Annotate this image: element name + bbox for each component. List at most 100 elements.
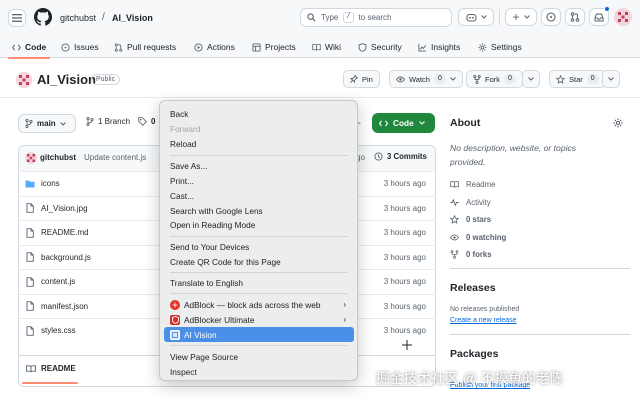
branch-selector[interactable]: main — [18, 114, 76, 133]
chevron-down-icon — [480, 15, 487, 19]
pull-requests-button[interactable] — [565, 8, 585, 26]
breadcrumb-owner[interactable]: gitchubst — [60, 13, 96, 23]
search-input[interactable]: Type / to search — [300, 8, 452, 27]
github-logo-icon[interactable] — [34, 8, 52, 26]
adblocker-ultimate-icon — [170, 314, 180, 325]
breadcrumb-repo[interactable]: AI_Vision — [112, 13, 153, 23]
issue-icon — [61, 42, 70, 52]
file-time: 3 hours ago — [383, 203, 426, 213]
crosshair-cursor-icon — [402, 340, 412, 350]
commit-author[interactable]: gitchubst — [40, 153, 76, 162]
issues-button[interactable] — [541, 8, 561, 26]
tab-projects[interactable]: Projects — [252, 36, 296, 58]
menu-item-reload[interactable]: Reload — [164, 136, 354, 151]
tab-label: Pull requests — [127, 42, 177, 52]
tab-settings[interactable]: Settings — [478, 36, 522, 58]
commit-message[interactable]: Update content.js — [84, 153, 146, 162]
shield-icon — [358, 42, 367, 52]
star-icon — [450, 215, 459, 224]
about-heading: About — [450, 117, 481, 129]
menu-separator — [170, 293, 348, 294]
watch-button[interactable]: Watch 0 — [389, 70, 463, 88]
notification-dot — [604, 6, 610, 12]
menu-item-inspect[interactable]: Inspect — [164, 364, 354, 379]
menu-item-print[interactable]: Print... — [164, 173, 354, 188]
file-name[interactable]: content.js — [41, 277, 75, 286]
create-release-link[interactable]: Create a new release — [450, 317, 517, 324]
tab-security[interactable]: Security — [358, 36, 402, 58]
file-name[interactable]: icons — [41, 179, 60, 188]
tab-actions[interactable]: Actions — [194, 36, 235, 58]
file-name[interactable]: README.md — [41, 228, 89, 237]
tab-insights[interactable]: Insights — [418, 36, 460, 58]
menu-button[interactable] — [8, 9, 26, 27]
branches-link[interactable]: 1 Branch — [86, 117, 130, 126]
tab-issues[interactable]: Issues — [61, 36, 99, 58]
file-time: 3 hours ago — [383, 326, 426, 336]
menu-item-google-lens[interactable]: Search with Google Lens — [164, 203, 354, 218]
chevron-down-icon — [450, 77, 456, 81]
menu-item-back[interactable]: Back — [164, 106, 354, 121]
menu-item-cast[interactable]: Cast... — [164, 188, 354, 203]
file-icon — [26, 203, 34, 213]
book-icon — [312, 43, 321, 51]
ai-vision-icon — [170, 329, 180, 340]
about-settings-button[interactable] — [613, 118, 623, 128]
menu-item-view-source[interactable]: View Page Source — [164, 349, 354, 364]
chevron-down-icon — [523, 15, 530, 19]
file-name[interactable]: manifest.json — [41, 302, 88, 311]
star-button[interactable]: Star 0 — [549, 70, 606, 88]
pin-button[interactable]: Pin — [343, 70, 380, 88]
menu-item-qr-code[interactable]: Create QR Code for this Page — [164, 254, 354, 269]
fork-button[interactable]: Fork 0 — [466, 70, 523, 88]
about-item-0-stars[interactable]: 0 stars — [450, 215, 491, 224]
readme-tab[interactable]: README — [26, 364, 76, 373]
commits-link[interactable]: 3 Commits — [374, 152, 427, 161]
code-button-label: Code — [393, 118, 414, 128]
create-new-button[interactable]: + — [505, 8, 537, 26]
play-icon — [194, 42, 203, 52]
author-avatar — [25, 152, 37, 164]
search-prefix: Type — [321, 13, 339, 22]
menu-item-reading-mode[interactable]: Open in Reading Mode — [164, 217, 354, 232]
file-icon — [26, 228, 34, 238]
menu-item-adblocker-ultimate[interactable]: AdBlocker Ultimate › — [164, 312, 354, 327]
tab-label: Settings — [491, 42, 522, 52]
about-item-activity[interactable]: Activity — [450, 198, 491, 207]
tags-link[interactable]: 0 — [138, 117, 155, 126]
search-suffix: to search — [358, 13, 392, 22]
star-dropdown[interactable] — [602, 70, 620, 88]
about-item-0-watching[interactable]: 0 watching — [450, 233, 506, 242]
releases-heading[interactable]: Releases — [450, 282, 496, 294]
tab-code[interactable]: Code — [7, 36, 51, 59]
tab-pull-requests[interactable]: Pull requests — [114, 36, 176, 58]
file-name[interactable]: AI_Vision.jpg — [41, 204, 88, 213]
code-button[interactable]: Code — [372, 113, 435, 133]
book-icon — [26, 364, 36, 372]
tab-label: Code — [25, 42, 47, 52]
fork-dropdown[interactable] — [522, 70, 540, 88]
pin-icon — [350, 75, 358, 83]
file-name[interactable]: styles.css — [41, 326, 76, 335]
menu-item-translate[interactable]: Translate to English — [164, 275, 354, 290]
pull-request-icon — [114, 42, 123, 52]
repo-name[interactable]: AI_Vision — [37, 72, 96, 87]
star-label: Star — [569, 74, 583, 84]
packages-heading[interactable]: Packages — [450, 348, 498, 360]
file-name[interactable]: background.js — [41, 253, 91, 262]
tab-wiki[interactable]: Wiki — [312, 36, 341, 58]
search-shortcut-key: / — [343, 12, 354, 23]
divider — [0, 97, 640, 98]
about-item-readme[interactable]: Readme — [450, 180, 495, 189]
menu-item-save-as[interactable]: Save As... — [164, 158, 354, 173]
branch-icon — [86, 117, 94, 126]
search-icon — [307, 13, 316, 22]
menu-item-send-to-devices[interactable]: Send to Your Devices — [164, 239, 354, 254]
menu-item-ai-vision[interactable]: AI Vision — [164, 327, 354, 342]
menu-item-adblock[interactable]: AdBlock — block ads across the web › — [164, 297, 354, 312]
avatar[interactable] — [614, 8, 632, 26]
divider — [450, 268, 630, 269]
watermark: 掘金技术社区 @ 不摸鱼的老陈 — [376, 371, 564, 386]
about-item-0-forks[interactable]: 0 forks — [450, 250, 492, 259]
copilot-button[interactable] — [458, 8, 494, 26]
